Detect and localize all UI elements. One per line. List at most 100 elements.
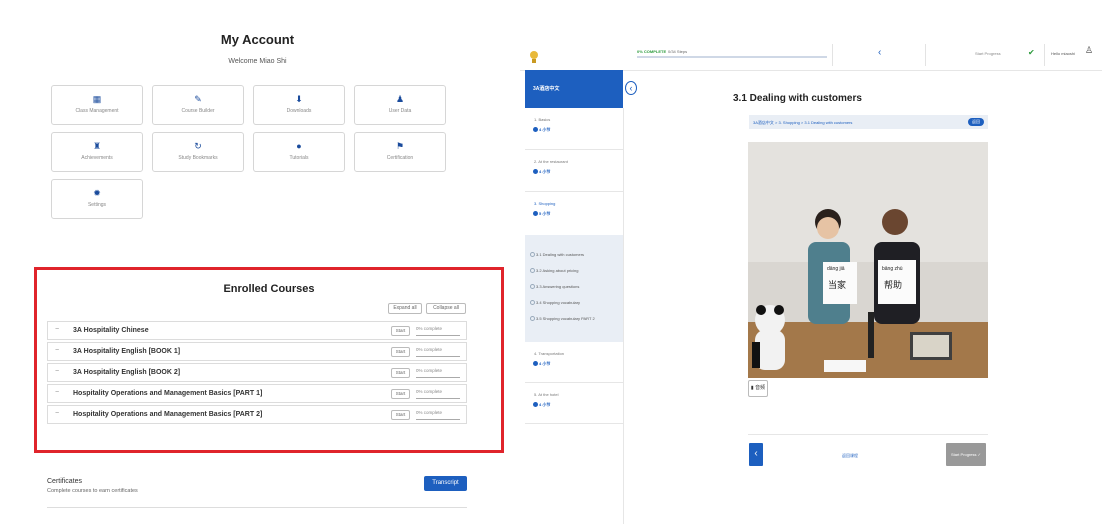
section-badge: 4 小节 bbox=[532, 361, 551, 366]
card-pinyin: dāng jiā bbox=[827, 266, 845, 272]
progress-text: 0% complete bbox=[416, 368, 460, 378]
lesson-item[interactable]: 3.5 Shopping vocabulary PART 2 bbox=[530, 316, 595, 321]
divider bbox=[623, 108, 624, 524]
expand-toggle-icon[interactable]: − bbox=[55, 410, 59, 417]
expand-toggle-icon[interactable]: − bbox=[55, 389, 59, 396]
previous-lesson-button[interactable]: ‹ bbox=[749, 443, 763, 466]
expand-toggle-icon[interactable]: − bbox=[55, 347, 59, 354]
progress-steps: 0/34 Steps bbox=[668, 49, 688, 54]
user-icon[interactable]: ♙ bbox=[1085, 45, 1093, 56]
back-to-course-link[interactable]: 返回课程 bbox=[842, 453, 858, 459]
lesson-item[interactable]: 3.2 Asking about pricing bbox=[529, 268, 578, 273]
sidebar-header: 3A酒店中文 ‹ bbox=[525, 70, 637, 108]
table-icon: ▦ bbox=[92, 94, 102, 104]
tile-label: Course Builder bbox=[181, 108, 215, 114]
start-button[interactable]: Start bbox=[391, 368, 410, 378]
tile-user-data[interactable]: ♟ User Data bbox=[354, 85, 446, 125]
course-row[interactable]: − Hospitality Operations and Management … bbox=[47, 405, 467, 424]
tile-tutorials[interactable]: ● Tutorials bbox=[253, 132, 345, 172]
tile-downloads[interactable]: ⬇ Downloads bbox=[253, 85, 345, 125]
welcome-text: Welcome Miao Shi bbox=[228, 58, 287, 65]
tile-label: Class Management bbox=[75, 108, 119, 114]
course-player: 0% COMPLETE 0/34 Steps ‹ Start Progress … bbox=[520, 30, 1102, 524]
tile-settings[interactable]: ✹ Settings bbox=[51, 179, 143, 219]
section-badge: 4 小节 bbox=[532, 402, 551, 407]
start-button[interactable]: Start bbox=[391, 389, 410, 399]
flag-icon: ⚑ bbox=[395, 141, 405, 151]
section-title: 2. At the restaurant bbox=[534, 159, 568, 164]
audio-button[interactable]: ▮ 音频 bbox=[748, 380, 768, 397]
tile-label: Certification bbox=[386, 155, 414, 161]
lesson-item[interactable]: 3.3 Answering questions bbox=[529, 284, 579, 289]
tile-class-management[interactable]: ▦ Class Management bbox=[51, 85, 143, 125]
page-title: My Account bbox=[220, 32, 295, 47]
start-button[interactable]: Start bbox=[391, 326, 410, 336]
expand-toggle-icon[interactable]: − bbox=[55, 368, 59, 375]
back-button[interactable]: 返回 bbox=[968, 118, 984, 126]
course-row[interactable]: − 3A Hospitality English [BOOK 2] Start … bbox=[47, 363, 467, 382]
certificates-title: Certificates bbox=[47, 478, 83, 485]
divider bbox=[748, 434, 988, 435]
sidebar-section[interactable]: 5. At the hotel 4 小节 bbox=[525, 383, 623, 424]
tile-course-builder[interactable]: ✎ Course Builder bbox=[152, 85, 244, 125]
course-title: 3A酒店中文 bbox=[533, 86, 560, 92]
audio-label: 音频 bbox=[755, 385, 766, 391]
check-icon[interactable]: ✔ bbox=[1028, 48, 1035, 57]
collapse-all-button[interactable]: Collapse all bbox=[426, 303, 466, 314]
divider bbox=[47, 507, 467, 508]
check-icon: ✓ bbox=[977, 452, 982, 457]
progress-text: 0% complete bbox=[416, 326, 460, 336]
expand-all-button[interactable]: Expand all bbox=[388, 303, 422, 314]
progress-percent: 0% COMPLETE bbox=[637, 49, 667, 54]
section-badge: 4 小节 bbox=[532, 169, 551, 174]
card-hanzi: 当家 bbox=[828, 280, 847, 290]
progress-text: 0% complete bbox=[416, 410, 460, 420]
download-icon: ⬇ bbox=[295, 94, 303, 104]
divider bbox=[1044, 44, 1045, 66]
section-title: 3. Shopping bbox=[534, 201, 556, 206]
progress-bar bbox=[637, 56, 827, 58]
start-progress-link[interactable]: Start Progress bbox=[975, 51, 1001, 56]
card-pinyin: bāng zhù bbox=[882, 266, 903, 272]
course-row[interactable]: − 3A Hospitality English [BOOK 1] Start … bbox=[47, 342, 467, 361]
play-icon: ● bbox=[296, 141, 302, 151]
course-row[interactable]: − Hospitality Operations and Management … bbox=[47, 384, 467, 403]
start-button[interactable]: Start bbox=[391, 347, 410, 357]
lesson-item[interactable]: 3.4 Shopping vocabulary bbox=[529, 300, 580, 305]
tile-study-bookmarks[interactable]: ↻ Study Bookmarks bbox=[152, 132, 244, 172]
enrolled-courses-title: Enrolled Courses bbox=[223, 283, 315, 295]
course-row[interactable]: − 3A Hospitality Chinese Start 0% comple… bbox=[47, 321, 467, 340]
sidebar-section[interactable]: 2. At the restaurant 4 小节 bbox=[525, 150, 623, 192]
audio-icon: ▮ bbox=[750, 385, 754, 391]
progress-text: 0% complete bbox=[416, 347, 460, 357]
lesson-video[interactable]: dāng jiā 当家 bāng zhù 帮助 bbox=[748, 142, 988, 378]
tile-achievements[interactable]: ♜ Achievements bbox=[51, 132, 143, 172]
user-greeting: Hello miaoshi bbox=[1051, 51, 1076, 56]
course-name: 3A Hospitality Chinese bbox=[73, 327, 149, 334]
tile-label: Downloads bbox=[286, 108, 312, 114]
lesson-title: 3.1 Dealing with customers bbox=[733, 93, 862, 104]
previous-chevron-icon[interactable]: ‹ bbox=[878, 47, 881, 58]
card-hanzi: 帮助 bbox=[884, 280, 903, 290]
tile-label: Achievements bbox=[81, 155, 113, 161]
divider bbox=[832, 44, 833, 66]
collapse-sidebar-icon[interactable]: ‹ bbox=[625, 81, 637, 95]
course-name: 3A Hospitality English [BOOK 2] bbox=[73, 369, 181, 376]
expand-toggle-icon[interactable]: − bbox=[55, 326, 59, 333]
progress-text: 0% complete bbox=[416, 389, 460, 399]
sidebar-section[interactable]: 4. Transportation 4 小节 bbox=[525, 342, 623, 383]
chevron-left-icon: ‹ bbox=[754, 448, 758, 459]
tile-label: User Data bbox=[388, 108, 412, 114]
start-progress-button[interactable]: Start Progress ✓ bbox=[946, 443, 986, 466]
section-title: 4. Transportation bbox=[534, 351, 565, 356]
account-panel: My Account Welcome Miao Shi ▦ Class Mana… bbox=[0, 0, 520, 524]
transcript-button[interactable]: Transcript bbox=[424, 476, 467, 491]
tile-certification[interactable]: ⚑ Certification bbox=[354, 132, 446, 172]
tile-label: Settings bbox=[87, 202, 107, 208]
divider bbox=[925, 44, 926, 66]
sidebar-section[interactable]: 1. Basics 4 小节 bbox=[525, 108, 623, 150]
start-button[interactable]: Start bbox=[391, 410, 410, 420]
breadcrumb-text[interactable]: 3A酒店中文 > 3. Shopping > 3.1 Dealing with … bbox=[753, 120, 852, 126]
video-frame bbox=[748, 142, 988, 378]
lesson-item[interactable]: 3.1 Dealing with customers bbox=[529, 252, 584, 257]
